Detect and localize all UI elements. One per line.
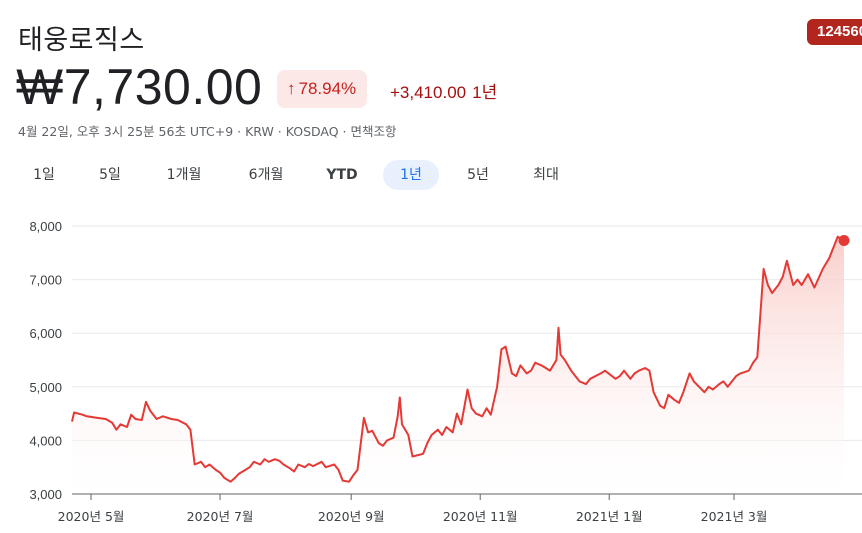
tab-6m[interactable]: 6개월	[234, 160, 298, 190]
quote-meta: 4월 22일, 오후 3시 25분 56초 UTC+9 · KRW · KOSD…	[18, 124, 397, 139]
tab-1m[interactable]: 1개월	[152, 160, 216, 190]
y-tick-label: 5,000	[29, 380, 62, 395]
ticker-badge[interactable]: 124560	[807, 19, 862, 45]
stock-name: 태웅로직스	[18, 25, 145, 56]
arrow-up-icon: ↑	[287, 79, 296, 98]
x-tick-label: 2021년 1월	[576, 509, 643, 524]
tab-max[interactable]: 최대	[518, 160, 574, 190]
x-tick-label: 2020년 11월	[443, 509, 518, 524]
x-tick-label: 2020년 9월	[318, 509, 385, 524]
tab-ytd[interactable]: YTD	[314, 160, 370, 190]
tab-1d[interactable]: 1일	[16, 160, 72, 190]
change-percent: 78.94%	[298, 79, 357, 98]
y-tick-label: 7,000	[29, 273, 62, 288]
change-summary: +3,410.00 1년	[390, 78, 497, 103]
y-tick-label: 4,000	[29, 433, 62, 448]
change-value: +3,410.00	[390, 83, 467, 102]
change-percent-badge: ↑ 78.94%	[277, 70, 368, 108]
x-axis-ticks: 2020년 5월 2020년 7월 2020년 9월 2020년 11월 2021년 1…	[58, 494, 768, 524]
y-tick-label: 3,000	[29, 487, 62, 502]
x-tick-label: 2021년 3월	[701, 509, 768, 524]
y-tick-label: 8,000	[29, 219, 62, 234]
y-tick-label: 6,000	[29, 326, 62, 341]
x-tick-label: 2020년 7월	[187, 509, 254, 524]
tab-5d[interactable]: 5일	[82, 160, 138, 190]
y-axis-ticks: 3,000 4,000 5,000 6,000 7,000 8,000	[29, 219, 62, 502]
x-tick-label: 2020년 5월	[58, 509, 125, 524]
current-price: ₩7,730.00	[16, 59, 263, 115]
current-price-dot	[838, 234, 850, 246]
tab-1y[interactable]: 1년	[383, 160, 439, 190]
change-period: 1년	[472, 83, 498, 102]
tab-5y[interactable]: 5년	[450, 160, 506, 190]
price-area-fill	[72, 236, 844, 494]
price-chart[interactable]: 3,0004,0005,0006,0007,0008,000 2020년 5월 2…	[0, 200, 862, 533]
